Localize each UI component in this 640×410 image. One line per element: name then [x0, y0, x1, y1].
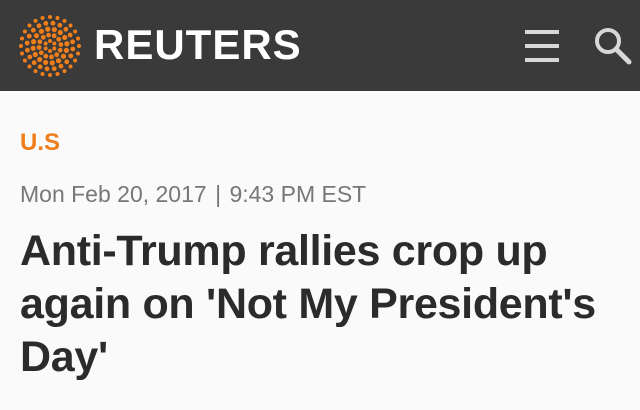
- article-headline: Anti-Trump rallies crop up again on 'Not…: [20, 227, 596, 381]
- reuters-logo-icon[interactable]: [18, 14, 82, 78]
- menu-bar-icon: [525, 44, 559, 48]
- reuters-wordmark[interactable]: REUTERS: [94, 18, 302, 72]
- dateline-separator: |: [215, 181, 222, 207]
- top-nav-bar: REUTERS: [0, 0, 640, 91]
- dateline: Mon Feb 20, 2017 | 9:43 PM EST: [20, 179, 366, 209]
- menu-bar-icon: [525, 30, 559, 34]
- section-link[interactable]: U.S: [20, 128, 60, 158]
- hamburger-menu-button[interactable]: [522, 26, 562, 66]
- menu-bar-icon: [525, 58, 559, 62]
- article-date: Mon Feb 20, 2017: [20, 181, 207, 207]
- search-icon[interactable]: [592, 25, 634, 67]
- article-time: 9:43 PM EST: [229, 181, 367, 207]
